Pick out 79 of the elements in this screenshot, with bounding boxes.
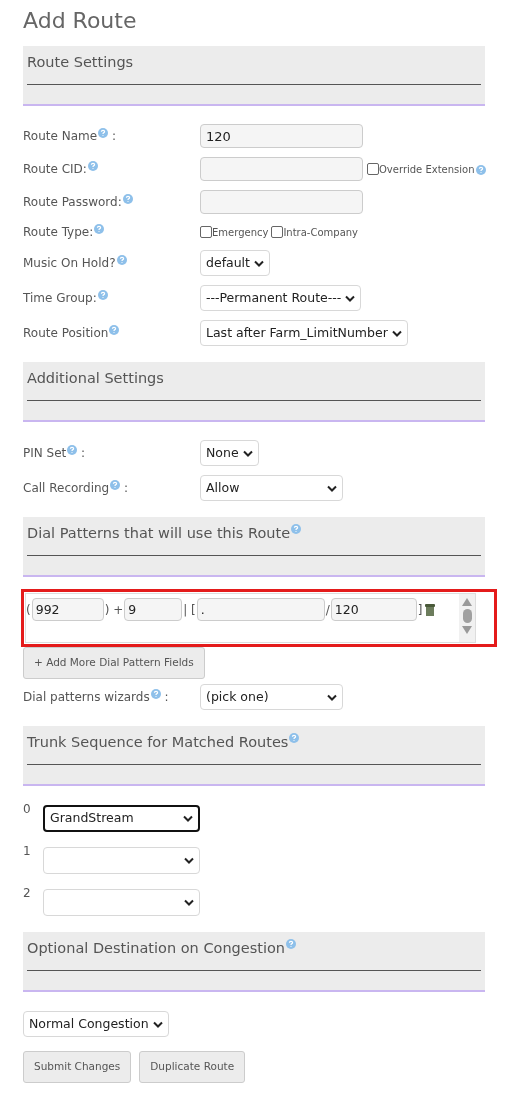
help-icon[interactable] [97, 290, 108, 300]
chevron-icon [153, 1020, 163, 1028]
dropdown[interactable]: Last after Farm_LimitNumber [200, 320, 408, 346]
help-icon[interactable] [150, 689, 161, 699]
checkbox-label: Intra-Company [283, 225, 359, 240]
help-icon[interactable] [94, 224, 105, 234]
pattern-symbol: ) + [104, 601, 124, 619]
pattern-symbol: / [325, 601, 330, 619]
help-icon[interactable] [475, 164, 486, 175]
dropdown[interactable] [43, 847, 200, 874]
trunk-index: 1 [23, 843, 32, 860]
help-icon[interactable] [116, 255, 127, 265]
section-title: Additional Settings [27, 370, 164, 386]
scrollbar[interactable] [459, 594, 475, 642]
text-field[interactable]: 120 [200, 124, 363, 148]
scroll-thumb[interactable] [462, 609, 472, 623]
checkbox[interactable] [271, 226, 284, 238]
dropdown[interactable]: (pick one) [200, 684, 343, 710]
dropdown[interactable] [43, 889, 200, 916]
field-label: Route Password: [23, 193, 200, 211]
trunk-index: 2 [23, 885, 32, 902]
help-icon[interactable] [291, 524, 302, 534]
field-label: Route CID: [23, 160, 200, 178]
action-button[interactable]: Duplicate Route [139, 1051, 246, 1083]
chevron-icon [242, 449, 253, 457]
trash-icon[interactable] [423, 603, 436, 616]
section-title: Route Settings [27, 54, 134, 70]
scroll-down-icon[interactable] [462, 626, 472, 634]
section-title: Dial Patterns that will use this Route [27, 525, 291, 541]
help-icon[interactable] [98, 128, 109, 138]
section-title: Trunk Sequence for Matched Routes [27, 734, 289, 750]
help-icon[interactable] [109, 325, 120, 335]
help-icon[interactable] [289, 733, 300, 743]
checkbox-label: Override Extension [379, 162, 475, 177]
help-icon[interactable] [110, 480, 121, 490]
dropdown[interactable]: GrandStream [43, 805, 200, 832]
pattern-field[interactable]: 9 [124, 598, 183, 621]
chevron-icon [254, 259, 264, 267]
field-label: Route Name : [23, 127, 117, 145]
chevron-icon [391, 329, 402, 337]
checkbox[interactable] [367, 163, 379, 175]
field-label: Dial patterns wizards : [23, 688, 170, 706]
add-pattern-button[interactable]: + Add More Dial Pattern Fields [23, 647, 205, 679]
chevron-icon [183, 815, 193, 822]
dropdown[interactable]: Allow [200, 475, 343, 501]
checkbox[interactable] [200, 226, 212, 238]
help-icon[interactable] [122, 194, 133, 204]
dropdown[interactable]: Normal Congestion [23, 1011, 169, 1037]
dropdown[interactable]: default [200, 250, 270, 276]
page-title: Add Route [23, 7, 138, 35]
chevron-icon [184, 857, 194, 864]
pattern-symbol: ] [417, 601, 423, 619]
action-button[interactable]: Submit Changes [23, 1051, 132, 1083]
text-field[interactable] [200, 190, 363, 214]
pattern-field[interactable]: . [196, 598, 325, 621]
field-label: Call Recording : [23, 479, 130, 497]
field-label: Route Position [23, 324, 200, 342]
section-title: Optional Destination on Congestion [27, 940, 286, 956]
pattern-symbol: | [ [183, 601, 196, 619]
help-icon[interactable] [87, 161, 98, 171]
trunk-index: 0 [23, 801, 32, 818]
scroll-up-icon[interactable] [462, 598, 472, 606]
dropdown[interactable]: ---Permanent Route--- [200, 285, 362, 311]
text-field[interactable] [200, 157, 363, 181]
field-label: Route Type: [23, 223, 200, 241]
pattern-field[interactable]: 992 [31, 598, 104, 621]
pattern-symbol: ( [26, 601, 31, 619]
field-label: PIN Set : [23, 444, 87, 462]
checkbox-label: Emergency [212, 225, 269, 240]
field-label: Time Group: [23, 289, 200, 307]
chevron-icon [327, 484, 337, 492]
field-label: Music On Hold? [23, 254, 200, 272]
chevron-icon [345, 294, 356, 302]
help-icon[interactable] [67, 445, 78, 455]
pattern-field[interactable]: 120 [330, 598, 417, 621]
help-icon[interactable] [286, 939, 297, 949]
dropdown[interactable]: None [200, 440, 259, 466]
chevron-icon [327, 693, 337, 701]
chevron-icon [184, 899, 194, 906]
